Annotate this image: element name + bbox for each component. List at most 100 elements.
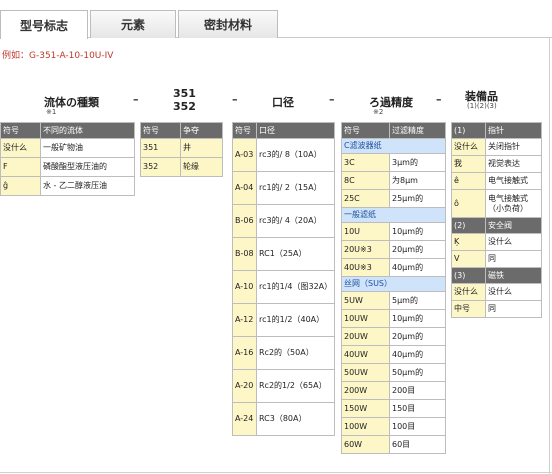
table-row: A-12 rc1的1/2（40A）	[232, 303, 335, 337]
fluid-code: ĝ	[0, 176, 41, 196]
port-size: Rc2的1/2（65A）	[256, 369, 335, 403]
filter-rating: 20μm的	[389, 240, 446, 259]
table-row: 8C 为8μm	[341, 171, 446, 190]
equipment-code: ê	[451, 172, 486, 190]
table-row: 中号同	[451, 300, 542, 318]
equipment-desc: 电气接触式	[485, 172, 542, 190]
model-table: 符号 争夺 351 井 352 轮缘	[140, 122, 223, 177]
equipment-section-code: (2)	[451, 217, 486, 234]
table-row: ĝ 水 - 乙二醇液压油	[0, 176, 135, 196]
fluid-name: 水 - 乙二醇液压油	[40, 176, 135, 196]
table-row: F 磷酸酯型液压油的	[0, 157, 135, 177]
fluid-table: 符号 不同的流体 没什么 一般矿物油 F 磷酸酯型液压油的 ĝ 水 - 乙二醇液…	[0, 122, 135, 196]
tab-bar: 型号标志 元素 密封材料	[0, 0, 552, 39]
fluid-code: 没什么	[0, 138, 41, 158]
filter-rating: 200目	[389, 381, 446, 400]
equipment-desc: 同	[485, 250, 542, 268]
tab-element[interactable]: 元素	[90, 10, 176, 38]
filter-code: 40U※3	[341, 258, 390, 277]
filter-rating: 40μm的	[389, 345, 446, 364]
port-code: A-24	[232, 402, 257, 436]
table-row: 20UW 20μm的	[341, 327, 446, 346]
table-row: A-04 rc1的/ 2（15A）	[232, 171, 335, 205]
frame-border-bottom	[0, 472, 552, 473]
equipment-code: 中号	[451, 300, 486, 318]
port-code: A-04	[232, 171, 257, 205]
equipment-section-title: 磁铁	[485, 267, 542, 284]
table-row: 5UW 5μm的	[341, 291, 446, 310]
column-header: 符号	[232, 122, 257, 139]
equipment-desc: 电气接触式（小负荷）	[485, 189, 542, 218]
table-row: 100W 100目	[341, 417, 446, 436]
filter-code: 100W	[341, 417, 390, 436]
frame-border-right	[549, 38, 550, 474]
filter-code: 20U※3	[341, 240, 390, 259]
table-row: 25C 25μm的	[341, 189, 446, 208]
table-row: B-08 RC1（25A）	[232, 237, 335, 271]
port-code: B-06	[232, 204, 257, 238]
port-size: rc3的/ 4（20A）	[256, 204, 335, 238]
filter-rating: 25μm的	[389, 189, 446, 208]
filter-rating: 50μm的	[389, 363, 446, 382]
separator-dash: –	[436, 93, 442, 106]
header-equipment-note: (1)(2)(3)	[467, 102, 497, 110]
filter-rating: 100目	[389, 417, 446, 436]
table-row: 40UW 40μm的	[341, 345, 446, 364]
fluid-code: F	[0, 157, 41, 177]
port-code: A-16	[232, 336, 257, 370]
header-port: 口径	[272, 96, 294, 109]
port-code: A-10	[232, 270, 257, 304]
table-row: 200W 200目	[341, 381, 446, 400]
table-row: 20U※3 20μm的	[341, 240, 446, 259]
equipment-code: 没什么	[451, 283, 486, 301]
port-code: B-08	[232, 237, 257, 271]
filter-rating: 60目	[389, 435, 446, 454]
port-size: rc1的1/4（图32A）	[256, 270, 335, 304]
filter-rating: 3μm的	[389, 153, 446, 172]
column-header: 不同的流体	[40, 122, 135, 139]
table-row: A-16 Rc2的（50A）	[232, 336, 335, 370]
equipment-code: 没什么	[451, 138, 486, 156]
equipment-code: V	[451, 250, 486, 268]
port-size: RC3（80A）	[256, 402, 335, 436]
fluid-name: 一般矿物油	[40, 138, 135, 158]
filter-code: 20UW	[341, 327, 390, 346]
filter-rating: 10μm的	[389, 309, 446, 328]
column-header: 符号	[140, 122, 181, 139]
table-row: 我视觉表达	[451, 155, 542, 173]
equipment-desc: 关闭指针	[485, 138, 542, 156]
tab-model-code[interactable]: 型号标志	[0, 10, 88, 39]
equipment-code: 我	[451, 155, 486, 173]
filter-group-title: 一般滤纸	[341, 207, 446, 223]
port-code: A-12	[232, 303, 257, 337]
port-size: rc1的1/2（40A）	[256, 303, 335, 337]
filter-rating: 5μm的	[389, 291, 446, 310]
table-row: ô 电气接触式（小负荷）	[451, 189, 542, 218]
separator-dash: –	[133, 93, 139, 106]
filter-code: 8C	[341, 171, 390, 190]
equipment-section-title: 指针	[485, 122, 542, 139]
table-row: A-10 rc1的1/4（图32A）	[232, 270, 335, 304]
filter-group-title: 丝网（SUS）	[341, 276, 446, 292]
equipment-desc: 没什么	[485, 283, 542, 301]
model-code: 352	[140, 157, 181, 177]
equipment-table: (1) 指针 没什么 关闭指针 我视觉表达 ê 电气接触式 ô 电气接触式（小负荷） …	[451, 122, 542, 318]
table-row: V同	[451, 250, 542, 268]
port-size: rc3的/ 8（10A）	[256, 138, 335, 172]
filter-group-title: C滤波器纸	[341, 138, 446, 154]
table-row: 没什么 没什么	[451, 283, 542, 301]
table-row: 没什么 关闭指针	[451, 138, 542, 156]
port-size: rc1的/ 2（15A）	[256, 171, 335, 205]
example-code: 例如：G-351-A-10-10U-IV	[2, 51, 114, 61]
filter-code: 150W	[341, 399, 390, 418]
filter-rating: 20μm的	[389, 327, 446, 346]
model-mount: 轮缘	[180, 157, 223, 177]
filter-rating: 40μm的	[389, 258, 446, 277]
header-model-a: 351	[173, 87, 196, 100]
tab-seal-material[interactable]: 密封材料	[178, 10, 278, 38]
port-size: Rc2的（50A）	[256, 336, 335, 370]
table-row: 没什么 一般矿物油	[0, 138, 135, 158]
filter-code: 10U	[341, 222, 390, 241]
fluid-name: 磷酸酯型液压油的	[40, 157, 135, 177]
header-filter-note: ※2	[373, 108, 384, 116]
